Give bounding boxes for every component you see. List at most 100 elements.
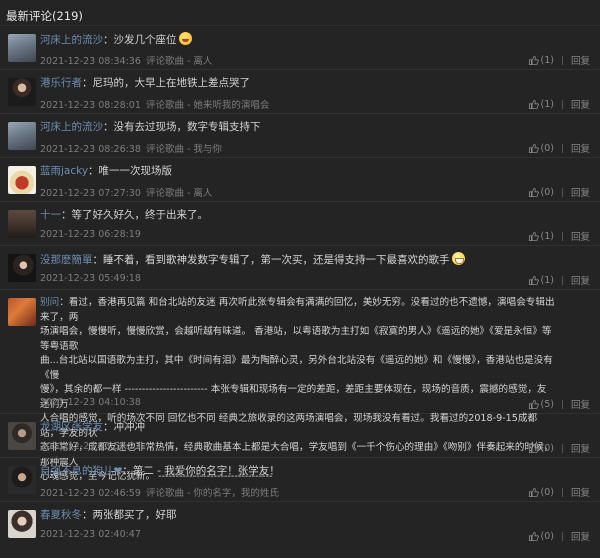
comment-item: 蓝雨jacky：唯一一次现场版 2021-12-23 07:27:30 评论歌曲… xyxy=(0,158,600,202)
thumbs-up-icon xyxy=(528,487,539,497)
divider xyxy=(561,99,563,109)
username-link[interactable]: 河床上的流沙 xyxy=(40,121,103,133)
divider xyxy=(561,55,563,65)
grin-emoji-icon xyxy=(451,252,465,265)
comment-item: 十一：等了好久好久，终于出来了。 2021-12-23 06:28:19 (1)… xyxy=(0,202,600,246)
comment-meta: 2021-12-23 07:27:30 评论歌曲 - 离人 xyxy=(40,185,212,199)
comment-text-line: 看过，香港再见篇 和台北站的友迷 再次听此张专辑会有满满的回忆，美妙无穷。没看过… xyxy=(40,297,555,323)
avatar[interactable] xyxy=(8,78,36,106)
comment-meta: 2021-12-23 03:57:23 xyxy=(40,441,141,452)
username-link[interactable]: 蓝雨jacky xyxy=(40,165,88,177)
username-link[interactable]: 港乐行者 xyxy=(40,77,82,89)
username-link[interactable]: 别问 xyxy=(40,297,59,308)
like-button[interactable]: (0) xyxy=(528,531,554,542)
like-count: (0) xyxy=(540,530,554,542)
like-button[interactable]: (1) xyxy=(528,55,554,66)
reply-button[interactable]: 回复 xyxy=(571,529,590,543)
username-link[interactable]: 十一 xyxy=(40,209,61,221)
comment-text: 两张都买了，好耶 xyxy=(92,509,177,521)
reply-button[interactable]: 回复 xyxy=(571,185,590,199)
comment-source[interactable]: 评论歌曲 - 离人 xyxy=(146,188,212,199)
like-count: (1) xyxy=(540,230,554,242)
thumbs-up-icon xyxy=(528,275,539,285)
comment-time: 2021-12-23 06:28:19 xyxy=(40,229,141,240)
avatar[interactable] xyxy=(8,122,36,150)
avatar[interactable] xyxy=(8,210,36,238)
comment-actions: (1) 回复 xyxy=(528,97,590,111)
username-link[interactable]: 没那麽簡單 xyxy=(40,254,93,266)
divider xyxy=(561,399,563,409)
reply-button[interactable]: 回复 xyxy=(571,141,590,155)
comment-item: 自强不息的狗儿❤：第二 - 我爱你的名字！张学友！ 2021-12-23 02:… xyxy=(0,458,600,502)
comment-text-line: 场演唱会，慢慢听，慢慢欣赏，会越听越有味道。 香港站，以粤语歌为主打如《寂寞的男… xyxy=(40,326,552,352)
reply-button[interactable]: 回复 xyxy=(571,273,590,287)
reply-button[interactable]: 回复 xyxy=(571,397,590,411)
comment-body: 蓝雨jacky：唯一一次现场版 xyxy=(40,165,173,177)
reply-button[interactable]: 回复 xyxy=(571,53,590,67)
comment-actions: (0) 回复 xyxy=(528,441,590,455)
reply-button[interactable]: 回复 xyxy=(571,229,590,243)
like-count: (0) xyxy=(540,186,554,198)
comment-body: 十一：等了好久好久，终于出来了。 xyxy=(40,209,208,221)
like-count: (0) xyxy=(540,442,554,454)
like-count: (5) xyxy=(540,398,554,410)
comment-meta: 2021-12-23 05:49:18 xyxy=(40,273,141,284)
comment-text: 第二 - 我爱你的名字！张学友！ xyxy=(132,465,280,477)
comment-actions: (0) 回复 xyxy=(528,141,590,155)
comment-time: 2021-12-23 03:57:23 xyxy=(40,441,141,452)
username-link[interactable]: 河床上的流沙 xyxy=(40,34,103,46)
comment-source[interactable]: 评论歌曲 - 离人 xyxy=(146,56,212,67)
like-button[interactable]: (1) xyxy=(528,231,554,242)
comment-meta: 2021-12-23 02:46:59 评论歌曲 - 你的名字，我的姓氏 xyxy=(40,485,279,499)
like-button[interactable]: (5) xyxy=(528,399,554,410)
like-count: (1) xyxy=(540,98,554,110)
comment-source[interactable]: 评论歌曲 - 我与你 xyxy=(146,144,222,155)
comment-time: 2021-12-23 05:49:18 xyxy=(40,273,141,284)
comment-actions: (1) 回复 xyxy=(528,53,590,67)
reply-button[interactable]: 回复 xyxy=(571,97,590,111)
divider xyxy=(561,487,563,497)
comment-text: 尼玛的，大早上在地铁上差点哭了 xyxy=(92,77,251,89)
comment-body: 港乐行者：尼玛的，大早上在地铁上差点哭了 xyxy=(40,77,251,89)
grin-emoji-icon xyxy=(178,32,192,45)
thumbs-up-icon xyxy=(528,143,539,153)
like-button[interactable]: (0) xyxy=(528,487,554,498)
like-count: (1) xyxy=(540,54,554,66)
divider xyxy=(561,143,563,153)
username-link[interactable]: 自强不息的狗儿❤ xyxy=(40,465,122,477)
like-button[interactable]: (1) xyxy=(528,275,554,286)
comment-body: 河床上的流沙：没有去过现场，数字专辑支持下 xyxy=(40,121,261,133)
comment-item: 没那麽簡單：睡不着，看到歌神发数字专辑了，第一次买，还是得支持一下最喜欢的歌手 … xyxy=(0,246,600,290)
avatar[interactable] xyxy=(8,422,36,450)
comment-time: 2021-12-23 08:26:38 xyxy=(40,144,141,155)
comment-time: 2021-12-23 02:40:47 xyxy=(40,529,141,540)
like-button[interactable]: (0) xyxy=(528,187,554,198)
comment-source[interactable]: 评论歌曲 - 你的名字，我的姓氏 xyxy=(146,488,279,499)
avatar[interactable] xyxy=(8,34,36,62)
reply-button[interactable]: 回复 xyxy=(571,441,590,455)
comment-source[interactable]: 评论歌曲 - 她来听我的演唱会 xyxy=(146,100,269,111)
avatar[interactable] xyxy=(8,166,36,194)
thumbs-up-icon xyxy=(528,443,539,453)
username-link[interactable]: 龙湖区张学友 xyxy=(40,421,103,433)
comment-meta: 2021-12-23 08:28:01 评论歌曲 - 她来听我的演唱会 xyxy=(40,97,269,111)
thumbs-up-icon xyxy=(528,187,539,197)
avatar[interactable] xyxy=(8,466,36,494)
comment-time: 2021-12-23 04:10:38 xyxy=(40,397,141,408)
like-button[interactable]: (0) xyxy=(528,143,554,154)
username-link[interactable]: 春夏秋冬 xyxy=(40,509,82,521)
comment-text: 冲冲冲 xyxy=(113,421,146,433)
comment-meta: 2021-12-23 08:26:38 评论歌曲 - 我与你 xyxy=(40,141,222,155)
comment-text: 睡不着，看到歌神发数字专辑了，第一次买，还是得支持一下最喜欢的歌手 xyxy=(103,254,450,266)
comment-item: 港乐行者：尼玛的，大早上在地铁上差点哭了 2021-12-23 08:28:01… xyxy=(0,70,600,114)
comment-meta: 2021-12-23 04:10:38 xyxy=(40,397,141,408)
avatar[interactable] xyxy=(8,254,36,282)
avatar[interactable] xyxy=(8,510,36,538)
like-button[interactable]: (0) xyxy=(528,443,554,454)
reply-button[interactable]: 回复 xyxy=(571,485,590,499)
like-button[interactable]: (1) xyxy=(528,99,554,110)
comment-actions: (0) 回复 xyxy=(528,529,590,543)
avatar[interactable] xyxy=(8,298,36,326)
comment-actions: (1) 回复 xyxy=(528,229,590,243)
comment-body: 河床上的流沙：沙发几个座位 xyxy=(40,32,556,49)
